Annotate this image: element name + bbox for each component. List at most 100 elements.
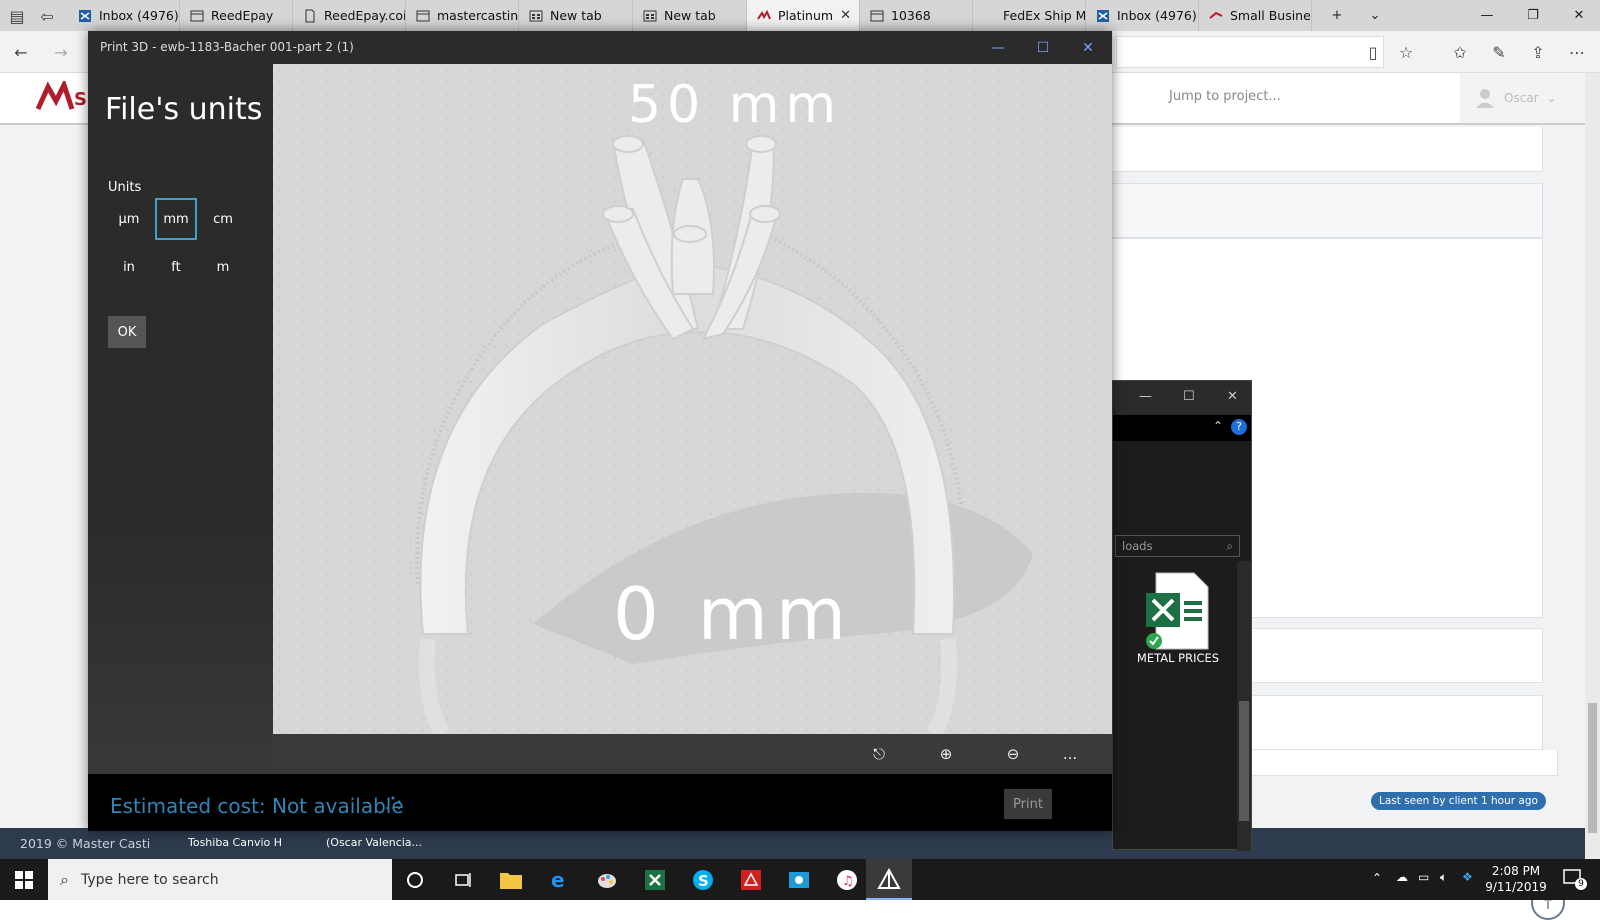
loading-spinner-icon (386, 796, 401, 810)
close-tab-icon[interactable]: ✕ (840, 8, 851, 23)
excel-icon[interactable] (632, 859, 678, 900)
action-center-icon[interactable]: 9 (1562, 867, 1587, 891)
mc-logo-icon (757, 9, 771, 20)
page-scrollbar[interactable] (1585, 73, 1600, 859)
back-icon[interactable]: ← (10, 41, 32, 63)
set-aside-tabs-icon[interactable]: ⇦ (36, 5, 58, 27)
pen-icon[interactable]: ✎ (1488, 41, 1510, 63)
tab-small-business[interactable]: Small Busines (1199, 0, 1312, 31)
tab-label: New tab (664, 8, 716, 23)
tab-mastercasting[interactable]: mastercasting (406, 0, 519, 31)
favorites-hub-icon[interactable]: ✩ (1449, 41, 1471, 63)
close-icon[interactable]: ✕ (1068, 35, 1108, 61)
master-casting-logo[interactable]: S (36, 81, 92, 115)
maximize-icon[interactable]: ☐ (1183, 389, 1195, 404)
3d-model-viewport[interactable]: 50 mm 0 mm (273, 64, 1112, 734)
tab-label: 10368 (891, 8, 931, 23)
network-icon[interactable]: ▭ (1418, 870, 1429, 884)
tab-label: Inbox (4976) (1117, 8, 1197, 23)
collapse-ribbon-icon[interactable]: ⌃ (1213, 419, 1223, 433)
tab-inbox[interactable]: Inbox (4976) (68, 0, 180, 31)
excel-file-icon (1146, 572, 1209, 650)
notification-count: 9 (1575, 878, 1587, 890)
explorer-scrollbar[interactable] (1237, 561, 1251, 851)
chevron-down-icon[interactable]: ⌄ (1352, 0, 1398, 31)
unit-centimeter[interactable]: cm (202, 198, 244, 240)
acrobat-icon[interactable] (728, 859, 774, 900)
dropbox-icon[interactable]: ❖ (1462, 870, 1473, 884)
clock-time: 2:08 PM (1491, 864, 1541, 878)
tab-reedepay-com[interactable]: ReedEpay.coi (293, 0, 406, 31)
zoom-in-icon[interactable]: ⊕ (931, 742, 961, 766)
unit-inch[interactable]: in (108, 246, 150, 288)
system-clock[interactable]: 2:08 PM 9/11/2019 (1476, 863, 1556, 895)
print-3d-titlebar: Print 3D - ewb-1183-Bacher 001-part 2 (1… (88, 31, 1112, 64)
tab-label: Inbox (4976) (99, 8, 179, 23)
start-button[interactable] (0, 859, 48, 900)
task-view-icon[interactable] (440, 859, 486, 900)
restore-icon[interactable]: ❐ (1510, 0, 1556, 31)
search-icon: ⌕ (60, 869, 69, 889)
tab-platinum[interactable]: Platinum ✕ (747, 0, 860, 31)
jump-to-project-input[interactable]: Jump to project... (1157, 73, 1457, 123)
tab-10368[interactable]: 10368 (860, 0, 973, 31)
close-icon[interactable]: ✕ (1227, 389, 1238, 404)
newtab-icon (529, 10, 543, 21)
view-icon[interactable]: ⎋ (864, 742, 894, 766)
unit-foot[interactable]: ft (155, 246, 197, 288)
user-menu[interactable]: Oscar ⌄ (1460, 73, 1585, 123)
print-3d-taskbar-icon[interactable] (866, 859, 912, 900)
more-icon[interactable]: ⋯ (1566, 41, 1588, 63)
tab-inbox-2[interactable]: Inbox (4976) (1086, 0, 1199, 31)
tab-manager-icon[interactable]: ▤ (6, 5, 28, 27)
explorer-search-input[interactable]: loads ⌕ (1115, 535, 1240, 557)
tab-reedepay[interactable]: ReedEpay (180, 0, 293, 31)
minimize-icon[interactable]: — (978, 35, 1018, 61)
page-icon (416, 10, 430, 21)
content-panel (1098, 127, 1543, 172)
onedrive-icon[interactable]: ☁ (1396, 870, 1408, 884)
favorite-star-icon[interactable]: ☆ (1395, 41, 1417, 63)
share-icon[interactable]: ⇪ (1527, 41, 1549, 63)
close-icon[interactable]: ✕ (1556, 0, 1600, 31)
tab-fedex[interactable]: FedEx Ship M (973, 0, 1086, 31)
reading-view-icon[interactable]: ▯ (1362, 41, 1384, 63)
edge-icon[interactable]: e (536, 859, 582, 900)
document-icon (305, 9, 315, 22)
print-button[interactable]: Print (1004, 789, 1052, 819)
page-icon (870, 10, 884, 21)
zoom-out-icon[interactable]: ⊖ (998, 742, 1028, 766)
itunes-icon[interactable]: ♫ (824, 859, 870, 900)
tab-new-tab-1[interactable]: New tab (519, 0, 633, 31)
scrollbar-thumb[interactable] (1239, 701, 1249, 821)
scrollbar-thumb[interactable] (1588, 703, 1597, 833)
maximize-icon[interactable]: ☐ (1023, 35, 1063, 61)
explorer-titlebar: — ☐ ✕ (1113, 381, 1251, 415)
skype-icon[interactable]: S (680, 859, 726, 900)
drive-label: Toshiba Canvio H (188, 836, 283, 849)
paint-3d-icon[interactable] (584, 859, 630, 900)
tab-new-tab-2[interactable]: New tab (633, 0, 747, 31)
chevron-up-icon[interactable]: ⌃ (1372, 871, 1382, 885)
ok-button[interactable]: OK (108, 316, 146, 348)
minimize-icon[interactable]: — (1464, 0, 1510, 31)
file-item-metal-prices[interactable]: METAL PRICES (1123, 571, 1233, 665)
unit-millimeter[interactable]: mm (155, 198, 197, 240)
chevron-down-icon: ⌄ (1546, 91, 1557, 105)
address-bar[interactable] (1116, 36, 1384, 68)
scale-top-label: 50 mm (628, 75, 842, 135)
more-options-icon[interactable]: ... (1055, 742, 1085, 766)
unit-micrometer[interactable]: µm (108, 198, 150, 240)
file-explorer-icon[interactable] (488, 859, 534, 900)
svg-text:♫: ♫ (842, 874, 854, 889)
taskbar-search-input[interactable]: ⌕ Type here to search (48, 859, 392, 900)
minimize-icon[interactable]: — (1139, 389, 1152, 404)
help-icon[interactable]: ? (1231, 419, 1247, 435)
photos-icon[interactable] (776, 859, 822, 900)
cortana-icon[interactable] (392, 859, 438, 900)
volume-icon[interactable]: 🔈︎ (1440, 870, 1447, 885)
unit-meter[interactable]: m (202, 246, 244, 288)
forward-icon[interactable]: → (50, 41, 72, 63)
tab-label: ReedEpay.coi (324, 8, 406, 23)
tab-label: New tab (550, 8, 602, 23)
